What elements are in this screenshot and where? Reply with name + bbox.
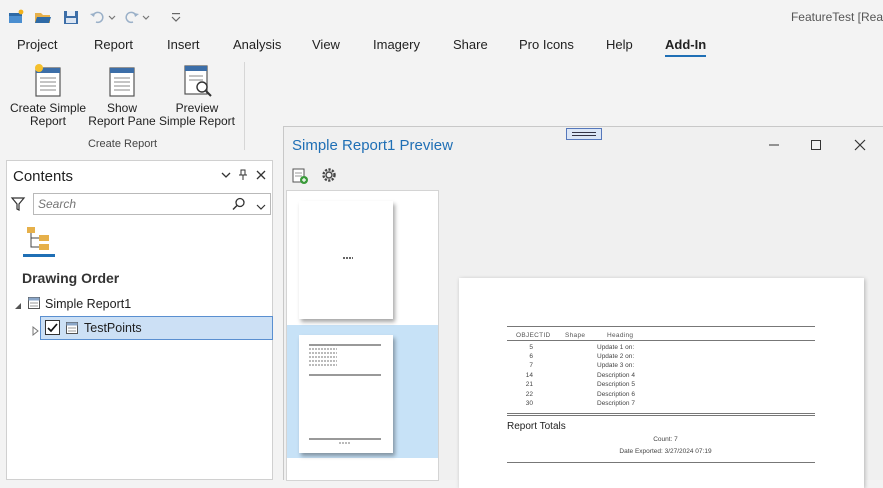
page-thumbnail-2[interactable] xyxy=(299,335,393,453)
table-row-heading: Update 2 on: xyxy=(597,353,635,360)
create-simple-report-label-2: Report xyxy=(29,114,67,128)
quick-access-toolbar: FeatureTest [Rea xyxy=(0,0,883,34)
page-thumbnails-panel xyxy=(286,190,439,481)
search-options-chevron-icon[interactable] xyxy=(255,199,267,210)
app-title: FeatureTest [Rea xyxy=(790,10,883,24)
report-section-icon xyxy=(65,321,79,335)
table-row-heading: Description 4 xyxy=(597,372,635,379)
ribbon-group-label: Create Report xyxy=(87,138,158,150)
table-row-objectid: 30 xyxy=(525,400,533,407)
report-bottom-rule-2 xyxy=(507,415,815,416)
report-icon xyxy=(27,296,41,310)
table-row-heading: Update 1 on: xyxy=(597,344,635,351)
contents-pane: Contents Drawing Order Simple Report1 xyxy=(6,160,273,480)
search-icon[interactable] xyxy=(232,197,246,211)
table-row-heading: Update 3 on: xyxy=(597,362,635,369)
create-report-icon xyxy=(31,62,65,98)
page-thumbnail-1[interactable] xyxy=(299,201,393,319)
tab-share[interactable]: Share xyxy=(453,37,488,52)
window-drag-grip[interactable] xyxy=(566,128,602,140)
drawing-order-tab[interactable] xyxy=(23,223,55,257)
table-row-objectid: 5 xyxy=(529,344,533,351)
report-export-date: Date Exported: 3/27/2024 07:19 xyxy=(619,448,712,455)
tab-imagery[interactable]: Imagery xyxy=(373,37,420,52)
open-project-icon[interactable] xyxy=(32,7,54,27)
drawing-order-heading: Drawing Order xyxy=(22,270,120,286)
tab-pro-icons[interactable]: Pro Icons xyxy=(519,37,574,52)
report-bottom-rule-1 xyxy=(507,413,815,414)
save-project-icon[interactable] xyxy=(60,7,82,27)
tab-insert[interactable]: Insert xyxy=(167,37,200,52)
minimize-icon[interactable] xyxy=(764,137,784,153)
undo-icon[interactable] xyxy=(88,7,116,27)
report-page-preview: OBJECTID Shape Heading 5 Update 1 on: 6 … xyxy=(459,278,864,488)
chevron-down-icon[interactable] xyxy=(218,167,234,183)
tab-view[interactable]: View xyxy=(312,37,340,52)
collapse-triangle-icon[interactable] xyxy=(13,298,23,309)
preview-report-icon xyxy=(180,62,214,98)
create-simple-report-button[interactable]: Create Simple Report xyxy=(10,62,86,128)
preview-simple-report-label-2: Simple Report xyxy=(158,114,236,128)
report-top-rule xyxy=(507,326,815,327)
contents-title: Contents xyxy=(13,168,74,185)
table-row-objectid: 7 xyxy=(529,362,533,369)
tree-item-testpoints[interactable]: TestPoints xyxy=(32,316,273,340)
new-project-icon[interactable] xyxy=(5,7,27,27)
redo-icon[interactable] xyxy=(122,7,150,27)
filter-icon[interactable] xyxy=(10,196,26,212)
tab-add-in[interactable]: Add-In xyxy=(665,37,707,57)
report-header-rule xyxy=(507,340,815,341)
tab-report[interactable]: Report xyxy=(94,37,133,52)
tab-help[interactable]: Help xyxy=(606,37,633,52)
show-report-pane-button[interactable]: Show Report Pane xyxy=(88,62,156,128)
export-icon[interactable] xyxy=(291,167,309,185)
show-report-pane-label-2: Report Pane xyxy=(88,114,156,128)
search-input[interactable] xyxy=(38,196,218,212)
expand-triangle-icon[interactable] xyxy=(32,323,40,337)
drawing-order-icon xyxy=(27,227,49,250)
column-header-objectid: OBJECTID xyxy=(516,332,551,339)
pin-icon[interactable] xyxy=(235,167,251,183)
layer-visibility-checkbox[interactable] xyxy=(45,320,60,335)
search-box xyxy=(33,193,271,215)
layer-label: TestPoints xyxy=(84,321,142,335)
customize-toolbar-icon[interactable] xyxy=(165,7,187,27)
column-header-heading: Heading xyxy=(607,332,634,339)
report-footer-rule xyxy=(507,462,815,463)
maximize-icon[interactable] xyxy=(806,137,826,153)
table-row-heading: Description 6 xyxy=(597,391,635,398)
ribbon-tabs: Project Report Insert Analysis View Imag… xyxy=(0,34,883,58)
preview-title: Simple Report1 Preview xyxy=(292,137,453,154)
table-row-heading: Description 7 xyxy=(597,400,635,407)
ribbon-group-divider xyxy=(244,62,245,150)
table-row-objectid: 14 xyxy=(525,372,533,379)
close-icon[interactable] xyxy=(253,167,269,183)
tab-project[interactable]: Project xyxy=(17,37,57,52)
report-preview-window: Simple Report1 Preview OBJECTID Shape He… xyxy=(283,126,883,488)
report-totals-heading: Report Totals xyxy=(507,421,566,432)
gear-icon[interactable] xyxy=(320,166,338,184)
tree-item-simple-report[interactable]: Simple Report1 xyxy=(45,297,131,311)
report-count: Count: 7 xyxy=(653,436,678,443)
column-header-shape: Shape xyxy=(565,332,586,339)
close-window-icon[interactable] xyxy=(850,137,870,153)
table-row-objectid: 21 xyxy=(525,381,533,388)
tab-analysis[interactable]: Analysis xyxy=(233,37,281,52)
table-row-objectid: 6 xyxy=(529,353,533,360)
preview-simple-report-button[interactable]: Preview Simple Report xyxy=(158,62,236,128)
table-row-objectid: 22 xyxy=(525,391,533,398)
report-pane-icon xyxy=(105,62,139,98)
table-row-heading: Description 5 xyxy=(597,381,635,388)
